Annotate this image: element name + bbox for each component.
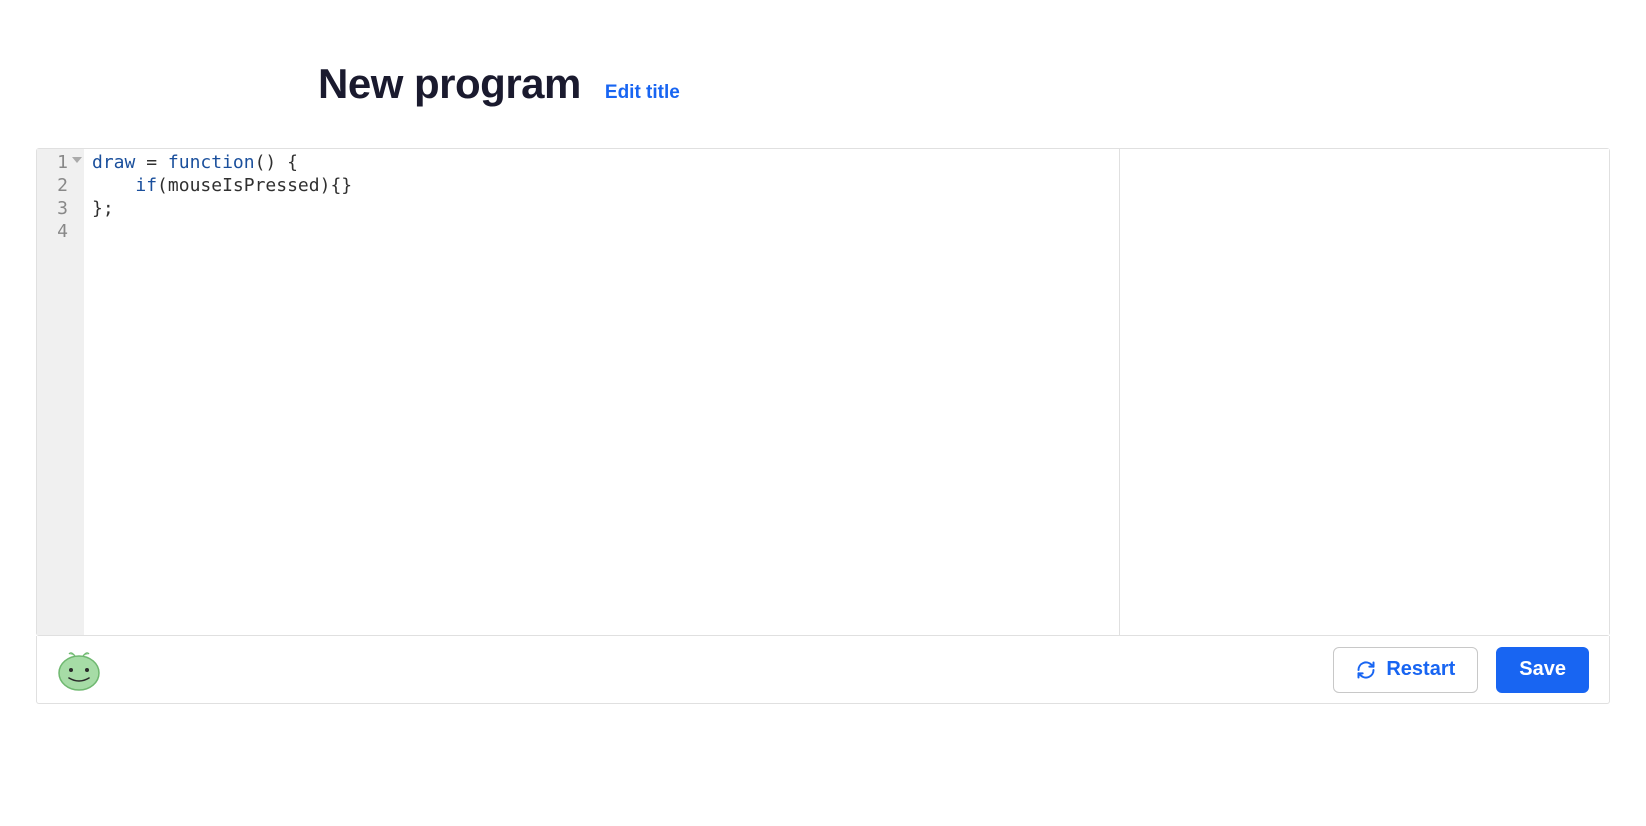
restart-icon [1356, 660, 1376, 680]
line-number: 4 [37, 220, 84, 243]
edit-title-link[interactable]: Edit title [605, 82, 680, 104]
restart-button[interactable]: Restart [1333, 647, 1478, 693]
toolbar-left [57, 648, 101, 692]
avatar[interactable] [57, 648, 101, 692]
code-editor[interactable]: draw = function() { if(mouseIsPressed){}… [84, 149, 1119, 635]
code-line[interactable]: }; [92, 197, 1111, 220]
output-panel [1120, 149, 1609, 635]
code-panel: 1234 draw = function() { if(mouseIsPress… [37, 149, 1120, 635]
buddy-icon [57, 648, 101, 692]
restart-button-label: Restart [1386, 658, 1455, 681]
editor-container: 1234 draw = function() { if(mouseIsPress… [36, 148, 1610, 636]
code-line[interactable]: if(mouseIsPressed){} [92, 174, 1111, 197]
line-number: 2 [37, 174, 84, 197]
save-button-label: Save [1519, 658, 1566, 681]
fold-icon[interactable] [72, 157, 82, 163]
code-line[interactable]: draw = function() { [92, 151, 1111, 174]
save-button[interactable]: Save [1496, 647, 1589, 693]
code-line[interactable] [92, 220, 1111, 243]
line-gutter: 1234 [37, 149, 84, 635]
toolbar-right: Restart Save [1333, 647, 1589, 693]
line-number: 3 [37, 197, 84, 220]
page-title: New program [318, 60, 581, 108]
header: New program Edit title [0, 0, 1646, 148]
line-number: 1 [37, 151, 84, 174]
toolbar: Restart Save [36, 636, 1610, 704]
